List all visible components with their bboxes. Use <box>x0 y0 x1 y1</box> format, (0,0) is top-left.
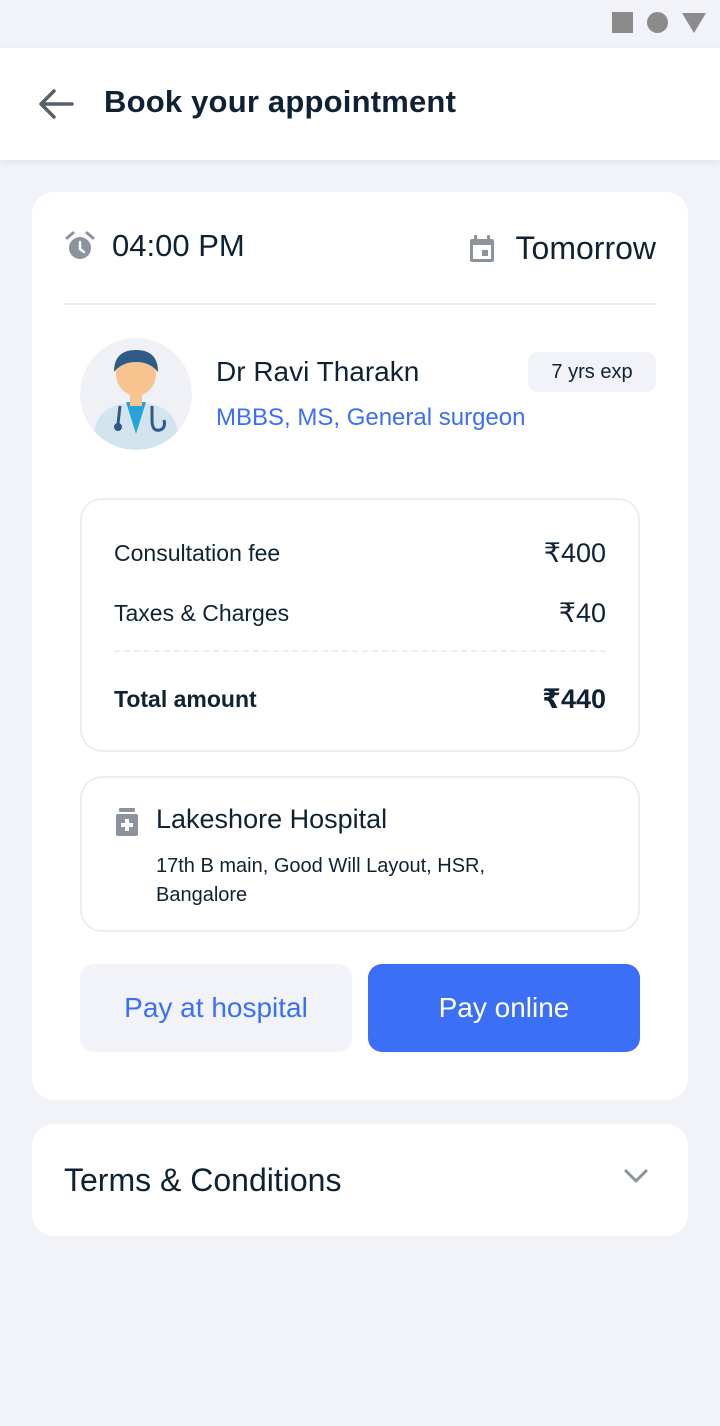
hospital-address: 17th B main, Good Will Layout, HSR, Bang… <box>156 855 486 906</box>
taxes-row: Taxes & Charges ₹40 <box>114 598 606 629</box>
doctor-avatar <box>80 338 192 450</box>
appointment-date: Tomorrow <box>468 230 656 267</box>
date-text: Tomorrow <box>515 230 656 266</box>
terms-label: Terms & Conditions <box>64 1162 342 1198</box>
hospital-info: Lakeshore Hospital 17th B main, Good Wil… <box>80 776 640 932</box>
page-title: Book your appointment <box>104 84 457 119</box>
terms-accordion[interactable]: Terms & Conditions <box>32 1124 688 1236</box>
total-value: ₹440 <box>542 684 606 714</box>
fee-divider <box>114 650 606 652</box>
chevron-down-icon <box>624 1169 648 1183</box>
experience-badge: 7 yrs exp <box>528 352 656 392</box>
doctor-qualification: MBBS, MS, General surgeon <box>216 404 526 431</box>
pay-online-button[interactable]: Pay online <box>368 964 640 1052</box>
hospital-name: Lakeshore Hospital <box>156 804 388 834</box>
triangle-icon <box>682 12 706 33</box>
calendar-icon <box>469 234 494 262</box>
consultation-fee-row: Consultation fee ₹400 <box>114 538 606 569</box>
appointment-time: 04:00 PM <box>64 228 245 264</box>
taxes-label: Taxes & Charges <box>114 600 290 626</box>
appointment-card: 04:00 PM Tomorrow Dr Ravi Tharakn MBBS, … <box>32 192 688 1100</box>
pay-at-hospital-button[interactable]: Pay at hospital <box>80 964 352 1052</box>
doctor-avatar-icon <box>94 350 178 450</box>
back-button[interactable] <box>32 80 80 128</box>
app-bar: Book your appointment <box>0 48 720 160</box>
total-label: Total amount <box>114 686 257 712</box>
alarm-clock-icon <box>65 231 95 259</box>
circle-icon <box>647 12 668 33</box>
consultation-fee-label: Consultation fee <box>114 540 281 566</box>
fee-summary: Consultation fee ₹400 Taxes & Charges ₹4… <box>80 498 640 752</box>
square-icon <box>612 12 633 33</box>
divider <box>64 303 656 305</box>
total-row: Total amount ₹440 <box>114 684 606 715</box>
arrow-left-icon <box>39 89 74 119</box>
consultation-fee-value: ₹400 <box>543 538 606 568</box>
doctor-name: Dr Ravi Tharakn <box>216 356 420 387</box>
status-bar <box>0 0 720 48</box>
taxes-value: ₹40 <box>558 598 606 628</box>
time-text: 04:00 PM <box>112 228 245 263</box>
hospital-icon <box>116 808 138 836</box>
